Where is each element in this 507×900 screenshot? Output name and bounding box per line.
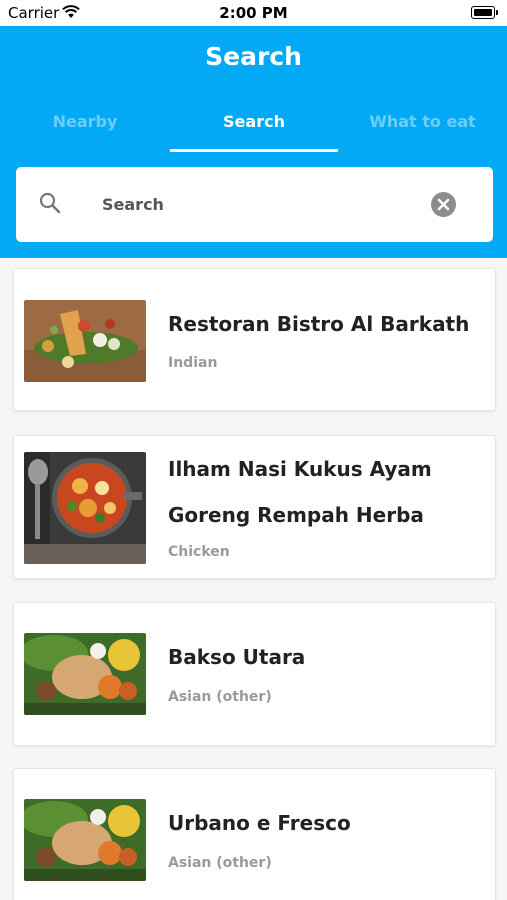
nasi-platter-photo xyxy=(24,799,146,881)
search-input[interactable] xyxy=(102,189,402,219)
page-title: Search xyxy=(205,42,302,71)
restaurant-category: Indian xyxy=(168,355,218,371)
result-card[interactable]: Ilham Nasi Kukus Ayam Goreng Rempah Herb… xyxy=(13,435,496,579)
indian-thali-photo xyxy=(24,300,146,382)
result-card[interactable]: Bakso Utara Asian (other) xyxy=(13,602,496,746)
tab-nearby[interactable]: Nearby xyxy=(0,112,170,152)
tab-what-to-eat[interactable]: What to eat xyxy=(338,112,507,152)
chicken-curry-pot-photo xyxy=(24,452,146,564)
search-icon xyxy=(39,192,61,214)
restaurant-name: Ilham Nasi Kukus Ayam Goreng Rempah Herb… xyxy=(168,457,432,527)
restaurant-name: Urbano e Fresco xyxy=(168,811,351,835)
clock: 2:00 PM xyxy=(219,4,288,22)
restaurant-name: Restoran Bistro Al Barkath xyxy=(168,312,470,336)
status-bar: Carrier 2:00 PM xyxy=(0,0,507,26)
result-card[interactable]: Restoran Bistro Al Barkath Indian xyxy=(13,268,496,411)
clear-search-icon[interactable] xyxy=(431,192,456,217)
restaurant-category: Asian (other) xyxy=(168,689,272,705)
battery-icon xyxy=(471,6,498,19)
tab-search[interactable]: Search xyxy=(170,112,338,152)
restaurant-category: Asian (other) xyxy=(168,855,272,871)
result-card[interactable]: Urbano e Fresco Asian (other) xyxy=(13,768,496,900)
nasi-platter-photo xyxy=(24,633,146,715)
search-bar xyxy=(16,167,493,242)
app-header: Search Nearby Search What to eat xyxy=(0,26,507,258)
restaurant-category: Chicken xyxy=(168,544,230,560)
restaurant-name: Bakso Utara xyxy=(168,645,306,669)
